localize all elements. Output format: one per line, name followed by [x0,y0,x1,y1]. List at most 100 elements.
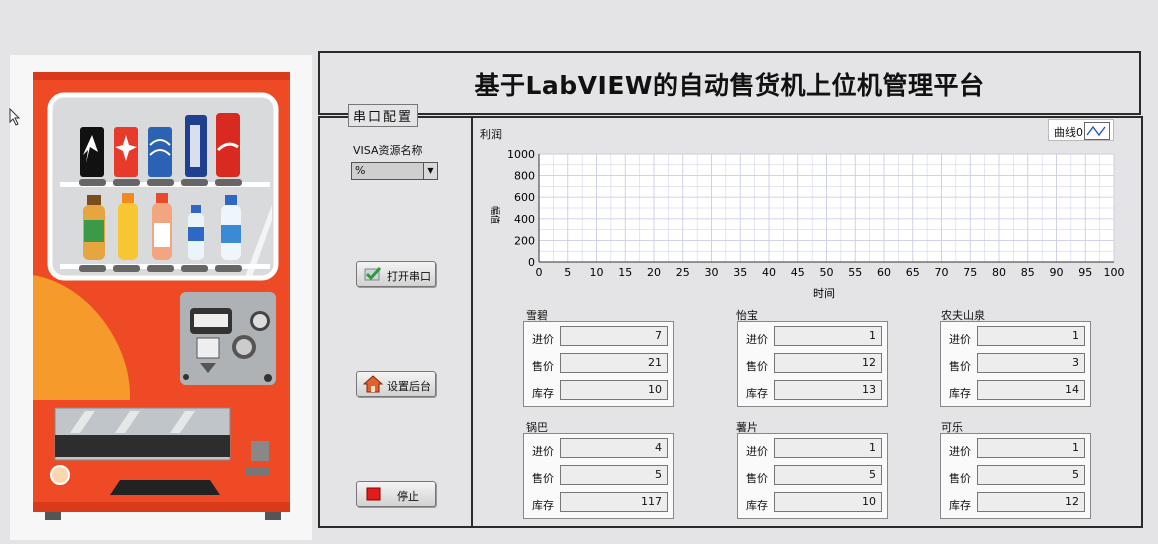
numeric-indicator[interactable]: 5 [774,465,882,485]
product-field-row: 进价 7 [532,326,672,348]
numeric-indicator[interactable]: 5 [560,465,668,485]
numeric-indicator[interactable]: 1 [774,438,882,458]
field-label: 进价 [532,445,554,458]
field-label: 售价 [532,472,554,485]
y-tick-label: 1000 [507,148,535,161]
field-label: 售价 [532,360,554,373]
product-field-row: 进价 1 [949,438,1089,460]
x-tick-label: 100 [1104,266,1125,279]
chart-xlabel: 时间 [813,287,835,300]
numeric-indicator[interactable]: 12 [977,492,1085,512]
field-label: 进价 [949,333,971,346]
settings-backend-button[interactable]: 设置后台 [356,371,436,397]
product-field-row: 库存 10 [532,380,672,402]
field-label: 库存 [746,499,768,512]
chart-title: 利润 [480,128,502,141]
product-field-row: 进价 1 [746,326,886,348]
product-field-row: 库存 12 [949,492,1089,514]
profit-chart: 0 5 10 15 20 25 30 35 40 45 50 55 60 65 70 75 80 85 90 95 10… [489,148,1125,300]
field-label: 售价 [746,472,768,485]
x-tick-label: 20 [647,266,661,279]
legend-label: 曲线0 [1054,126,1083,139]
product-field-row: 库存 14 [949,380,1089,402]
vending-machine-illustration [33,72,290,520]
chart-legend[interactable]: 曲线0 [1048,119,1114,141]
numeric-indicator[interactable]: 7 [560,326,668,346]
x-tick-label: 5 [564,266,571,279]
field-label: 进价 [746,445,768,458]
y-tick-label: 800 [514,170,535,183]
x-tick-label: 80 [992,266,1006,279]
title-panel: 基于LabVIEW的自动售货机上位机管理平台 [318,51,1141,115]
numeric-indicator[interactable]: 10 [774,492,882,512]
serial-config-label: 串口配置 [348,104,419,127]
page-title: 基于LabVIEW的自动售货机上位机管理平台 [474,71,985,100]
numeric-indicator[interactable]: 3 [977,353,1085,373]
product-field-row: 售价 5 [949,465,1089,487]
numeric-indicator[interactable]: 1 [774,326,882,346]
field-label: 库存 [949,499,971,512]
product-info-box: 进价 1 售价 3 库存 14 [940,321,1091,407]
numeric-indicator[interactable]: 12 [774,353,882,373]
product-field-row: 库存 117 [532,492,672,514]
numeric-indicator[interactable]: 1 [977,438,1085,458]
field-label: 进价 [532,333,554,346]
x-tick-label: 40 [762,266,776,279]
x-tick-label: 0 [536,266,543,279]
x-tick-label: 55 [848,266,862,279]
numeric-indicator[interactable]: 14 [977,380,1085,400]
product-field-row: 库存 13 [746,380,886,402]
chevron-down-icon[interactable]: ▼ [423,163,437,179]
product-field-row: 库存 10 [746,492,886,514]
x-tick-label: 50 [820,266,834,279]
open-port-button[interactable]: 打开串口 [356,261,436,287]
x-tick-label: 10 [590,266,604,279]
home-icon [363,375,383,393]
product-info-box: 进价 4 售价 5 库存 117 [523,433,674,519]
numeric-indicator[interactable]: 21 [560,353,668,373]
stop-icon [366,487,381,501]
open-port-label: 打开串口 [387,270,431,283]
x-tick-label: 25 [676,266,690,279]
numeric-indicator[interactable]: 4 [560,438,668,458]
product-field-row: 售价 21 [532,353,672,375]
visa-resource-label: VISA资源名称 [353,144,423,157]
y-tick-label: 600 [514,191,535,204]
stop-label: 停止 [397,490,419,503]
product-field-row: 进价 1 [746,438,886,460]
numeric-indicator[interactable]: 13 [774,380,882,400]
x-tick-label: 75 [963,266,977,279]
product-field-row: 售价 5 [532,465,672,487]
y-tick-label: 200 [514,234,535,247]
x-tick-label: 15 [618,266,632,279]
visa-resource-value: % [355,164,366,177]
product-info-box: 进价 7 售价 21 库存 10 [523,321,674,407]
y-tick-label: 0 [528,256,535,269]
visa-resource-select[interactable]: % ▼ [351,162,438,180]
numeric-indicator[interactable]: 1 [977,326,1085,346]
x-tick-label: 70 [935,266,949,279]
field-label: 售价 [746,360,768,373]
numeric-indicator[interactable]: 5 [977,465,1085,485]
y-tick-label: 400 [514,213,535,226]
vending-machine-image [10,55,312,540]
stop-button[interactable]: 停止 [356,481,436,507]
line-plot-icon [1084,122,1110,140]
settings-backend-label: 设置后台 [387,380,431,393]
x-tick-label: 85 [1021,266,1035,279]
field-label: 售价 [949,360,971,373]
field-label: 库存 [532,499,554,512]
product-field-row: 进价 1 [949,326,1089,348]
x-tick-label: 90 [1050,266,1064,279]
numeric-indicator[interactable]: 10 [560,380,668,400]
chart-ylabel: 幅值 [489,206,501,224]
product-field-row: 进价 4 [532,438,672,460]
check-icon [364,266,382,281]
field-label: 进价 [746,333,768,346]
numeric-indicator[interactable]: 117 [560,492,668,512]
x-tick-label: 35 [733,266,747,279]
product-field-row: 售价 12 [746,353,886,375]
field-label: 库存 [746,387,768,400]
product-info-box: 进价 1 售价 12 库存 13 [737,321,888,407]
x-tick-label: 30 [705,266,719,279]
